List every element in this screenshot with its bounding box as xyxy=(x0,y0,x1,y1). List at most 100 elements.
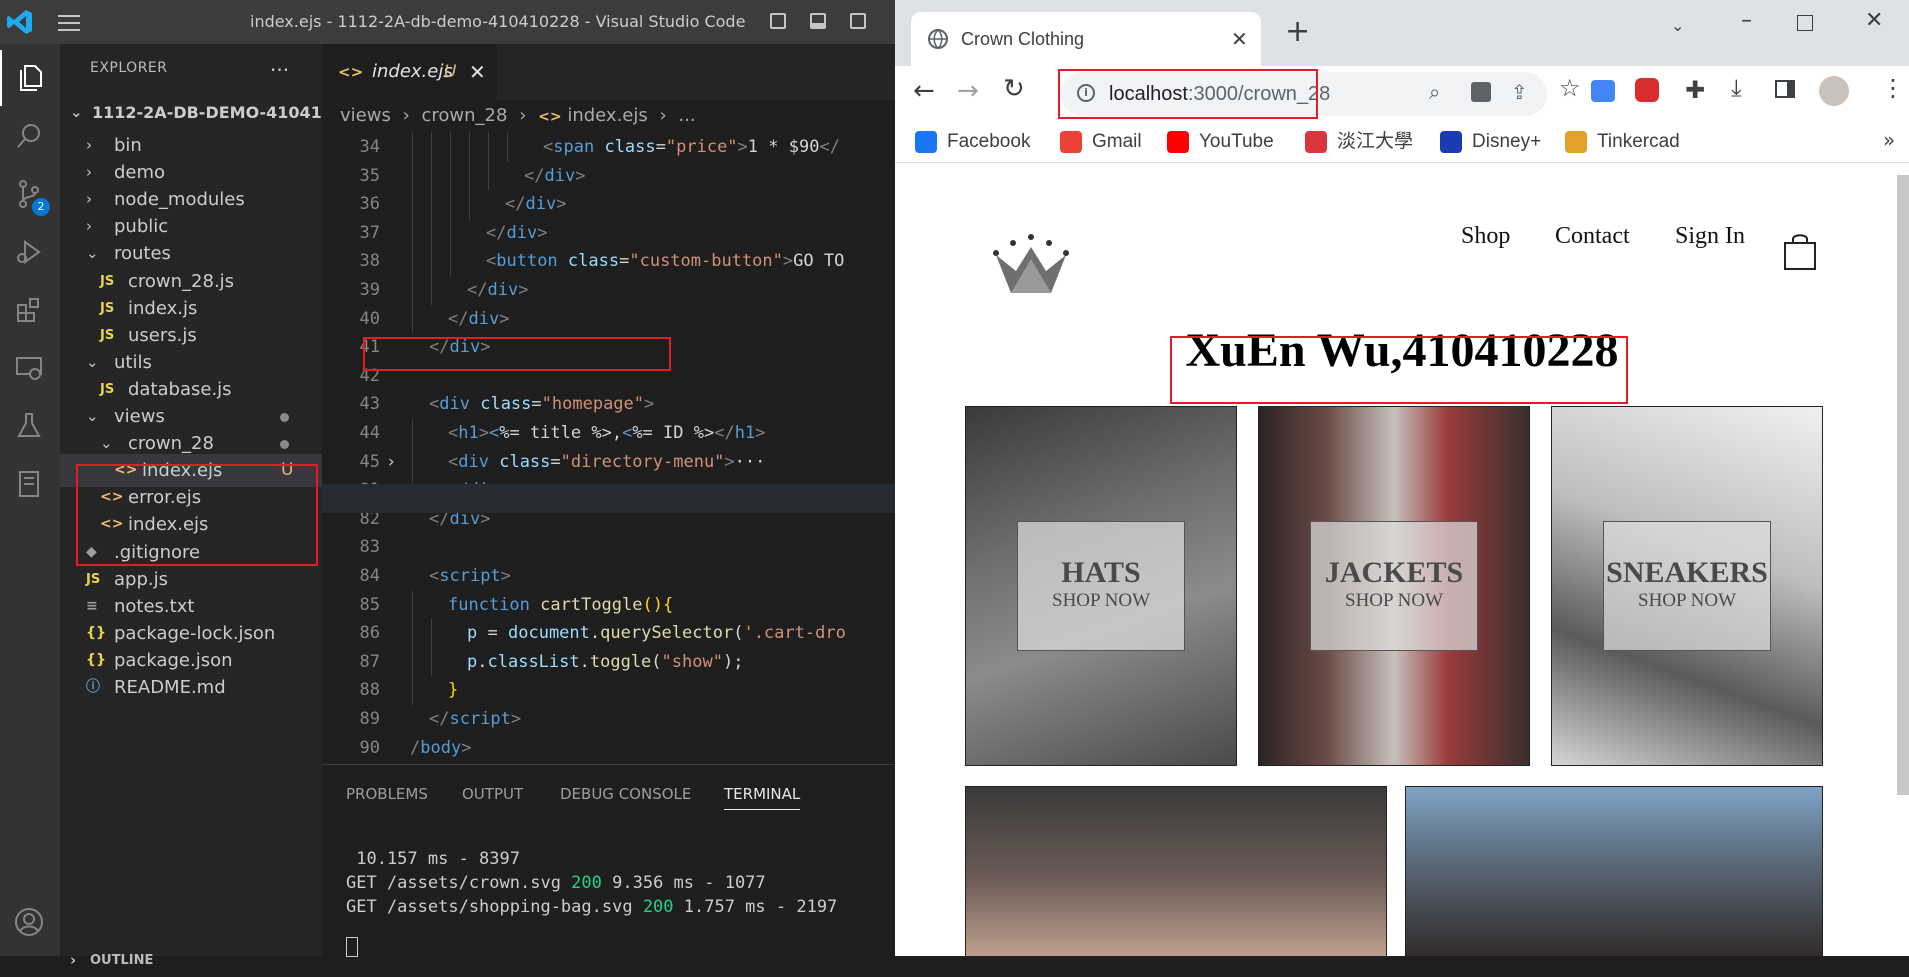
code-line[interactable]: 90/body> xyxy=(322,734,895,763)
bookmark-star-icon[interactable]: ☆ xyxy=(1559,74,1581,102)
code-line[interactable]: 45 <div class="directory-menu">··· › xyxy=(322,447,895,477)
code-line[interactable]: 36 </div> xyxy=(322,190,895,219)
breadcrumb-crown-28[interactable]: crown_28 xyxy=(422,105,508,126)
crown-logo-icon[interactable] xyxy=(991,233,1071,295)
indent-guide xyxy=(507,133,508,162)
tab-search-icon[interactable]: ⌄ xyxy=(1671,16,1684,35)
menu-icon[interactable] xyxy=(58,12,80,32)
code-line[interactable]: 84 <script> xyxy=(322,562,895,591)
toggle-panel-icon[interactable] xyxy=(810,13,826,29)
code-line[interactable]: 39 </div> xyxy=(322,276,895,305)
share-icon[interactable]: ⇪ xyxy=(1511,80,1528,104)
side-panel-icon[interactable] xyxy=(1775,80,1795,98)
new-tab-button[interactable]: + xyxy=(1285,14,1310,49)
chevron-right-icon: › xyxy=(519,105,527,126)
explorer-more-button[interactable]: ... xyxy=(270,52,289,76)
code-line[interactable]: 86 p = document.querySelector('.cart-dro xyxy=(322,619,895,648)
nav-sign-in[interactable]: Sign In xyxy=(1675,223,1745,250)
code-line[interactable]: 88} xyxy=(322,676,895,705)
globe-icon xyxy=(928,29,948,49)
tab-close-button[interactable]: ✕ xyxy=(1231,12,1248,66)
remote-explorer-activity[interactable] xyxy=(0,340,60,396)
breadcrumb-index-ejs[interactable]: index.ejs xyxy=(567,105,647,126)
minimize-button[interactable]: – xyxy=(1741,8,1752,33)
notebook-activity[interactable] xyxy=(0,456,60,512)
tab-index-ejs[interactable]: <> index.ejs U ✕ xyxy=(322,44,497,100)
breadcrumb-more[interactable]: ... xyxy=(678,105,695,126)
category-card-womens[interactable] xyxy=(965,786,1387,956)
explorer-header: EXPLORER xyxy=(90,60,168,76)
tab-problems[interactable]: PROBLEMS xyxy=(346,785,428,803)
maximize-button[interactable] xyxy=(1797,15,1813,31)
terminal-cursor xyxy=(346,937,358,957)
translate-icon[interactable] xyxy=(1471,82,1491,102)
testing-activity[interactable] xyxy=(0,398,60,454)
indent-guide xyxy=(469,161,470,191)
bookmark-item[interactable]: Gmail xyxy=(1060,122,1142,162)
explorer-activity[interactable] xyxy=(0,50,62,106)
search-activity[interactable] xyxy=(0,108,60,164)
fold-chevron-icon[interactable]: › xyxy=(386,448,396,477)
code-line[interactable]: 37 </div> xyxy=(322,218,895,248)
code-line[interactable]: 87 p.classList.toggle("show"); xyxy=(322,647,895,677)
indent-guide xyxy=(488,161,489,191)
zoom-search-icon[interactable]: ⌕ xyxy=(1429,80,1440,104)
code-line[interactable]: 40 </div> xyxy=(322,304,895,334)
editor-area[interactable]: <> index.ejs U ✕ views › crown_28 › <> i… xyxy=(322,44,895,764)
code-line[interactable]: 89 </script> xyxy=(322,705,895,734)
code-line[interactable]: 83 xyxy=(322,533,895,562)
source-control-activity[interactable]: 2 xyxy=(0,166,60,222)
bookmark-item[interactable]: YouTube xyxy=(1167,122,1274,162)
bookmark-item[interactable]: 淡江大學 xyxy=(1305,122,1413,162)
bookmarks-overflow-button[interactable]: » xyxy=(1883,128,1895,152)
category-label: SNEAKERS SHOP NOW xyxy=(1603,521,1771,651)
code-line[interactable]: 44 <h1><%= title %>,<%= ID %></h1> xyxy=(322,419,895,448)
line-number: 90 xyxy=(359,737,380,758)
code-line[interactable]: 34 <span class="price">1 * $90</ xyxy=(322,133,895,162)
run-debug-activity[interactable] xyxy=(0,224,60,280)
extension-screen-icon[interactable] xyxy=(1591,80,1615,102)
category-card-sneakers[interactable]: SNEAKERS SHOP NOW xyxy=(1551,406,1823,766)
forward-arrow-icon[interactable]: → xyxy=(957,76,979,106)
extensions-activity[interactable] xyxy=(0,282,60,338)
category-card-jackets[interactable]: JACKETS SHOP NOW xyxy=(1258,406,1530,766)
tree-item[interactable]: ⓘ README.md xyxy=(60,671,322,704)
download-icon[interactable]: ⤓ xyxy=(1731,74,1742,102)
outline-section[interactable]: › OUTLINE xyxy=(60,944,322,977)
breadcrumb-views[interactable]: views xyxy=(340,105,391,126)
tab-terminal[interactable]: TERMINAL xyxy=(724,785,801,810)
toggle-sidebar-icon[interactable] xyxy=(770,13,786,29)
indent-guide xyxy=(412,590,413,620)
reload-icon[interactable]: ↻ xyxy=(1003,74,1025,104)
code-view[interactable]: 34 <span class="price">1 * $90</35 </div> 3… xyxy=(322,133,895,764)
toggle-secondary-sidebar-icon[interactable] xyxy=(850,13,866,29)
code-line[interactable]: 35 </div> xyxy=(322,161,895,191)
bookmark-item[interactable]: Facebook xyxy=(915,122,1030,162)
extension-adblock-icon[interactable] xyxy=(1635,78,1659,102)
code-line[interactable]: 38 <button class="custom-button">GO TO xyxy=(322,247,895,276)
extensions-puzzle-icon[interactable]: ✚ xyxy=(1685,76,1705,104)
bookmarks-bar: Facebook Gmail YouTube 淡江大學 Disney+ Tinkercad… xyxy=(895,122,1909,163)
accounts-activity[interactable] xyxy=(0,894,60,950)
shopping-bag-icon[interactable] xyxy=(1783,233,1817,271)
bookmark-item[interactable]: Tinkercad xyxy=(1565,122,1680,162)
nav-shop[interactable]: Shop xyxy=(1461,223,1510,250)
page-scrollbar[interactable] xyxy=(1897,175,1909,795)
tab-output[interactable]: OUTPUT xyxy=(462,785,523,803)
code-line[interactable]: 85 function cartToggle(){ xyxy=(322,590,895,620)
tab-close-button[interactable]: ✕ xyxy=(469,44,486,100)
code-line[interactable]: 43 <div class="homepage"> xyxy=(322,390,895,419)
line-number: 36 xyxy=(359,194,380,215)
tab-debug-console[interactable]: DEBUG CONSOLE xyxy=(560,785,691,803)
avatar[interactable] xyxy=(1819,76,1849,106)
tab-label: index.ejs xyxy=(372,61,453,82)
bookmark-item[interactable]: Disney+ xyxy=(1440,122,1541,162)
chrome-menu-icon[interactable]: ⋮ xyxy=(1881,74,1905,102)
category-card-mens[interactable] xyxy=(1405,786,1823,956)
nav-contact[interactable]: Contact xyxy=(1555,223,1630,250)
back-arrow-icon[interactable]: ← xyxy=(913,76,935,106)
close-window-button[interactable]: ✕ xyxy=(1865,8,1883,33)
browser-tab[interactable]: Crown Clothing ✕ xyxy=(911,12,1261,66)
category-card-hats[interactable]: HATS SHOP NOW xyxy=(965,406,1237,766)
explorer-root-folder[interactable]: ⌄ 1112-2A-DB-DEMO-41041... xyxy=(60,96,340,129)
